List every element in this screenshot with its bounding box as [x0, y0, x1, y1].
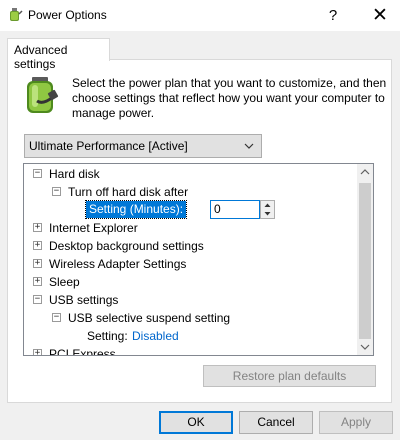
usb-suspend-value-link[interactable]: Disabled [132, 329, 179, 343]
cancel-button[interactable]: Cancel [239, 411, 313, 434]
power-options-icon [10, 8, 23, 21]
chevron-down-icon [244, 143, 254, 149]
tree-item-label: Turn off hard disk after [68, 185, 189, 199]
collapse-icon[interactable]: − [52, 313, 61, 322]
expand-icon[interactable]: + [33, 241, 42, 250]
collapse-icon[interactable]: − [52, 187, 61, 196]
settings-tree[interactable]: − Hard disk − Turn off hard disk after S… [23, 163, 374, 356]
scroll-up-icon[interactable] [357, 164, 373, 180]
tree-item-usb-setting[interactable]: Setting: Disabled [24, 327, 356, 345]
tree-item-label: Wireless Adapter Settings [49, 257, 187, 271]
tree-item-label: Internet Explorer [49, 221, 138, 235]
expand-icon[interactable]: + [33, 277, 42, 286]
window-title: Power Options [28, 8, 107, 22]
spin-down-icon[interactable] [261, 210, 274, 218]
tree-item-desktop-background[interactable]: + Desktop background settings [24, 237, 356, 255]
spin-up-icon[interactable] [261, 201, 274, 209]
tree-item-usb-selective-suspend[interactable]: − USB selective suspend setting [24, 309, 356, 327]
setting-label: Setting: [87, 329, 128, 343]
tab-label: Advanced settings [14, 43, 68, 71]
plan-description: Select the power plan that you want to c… [72, 76, 387, 120]
tree-item-label: Hard disk [49, 167, 100, 181]
tree-item-label: USB settings [49, 293, 119, 307]
tree-item-label: PCI Express [49, 347, 116, 356]
tree-item-sleep[interactable]: + Sleep [24, 273, 356, 291]
collapse-icon[interactable]: − [33, 295, 42, 304]
restore-plan-defaults-button[interactable]: Restore plan defaults [203, 365, 376, 387]
tab-advanced-settings[interactable]: Advanced settings [7, 38, 110, 71]
scroll-down-icon[interactable] [357, 339, 373, 355]
apply-button[interactable]: Apply [319, 411, 393, 434]
scroll-thumb[interactable] [359, 183, 371, 339]
setting-minutes-label[interactable]: Setting (Minutes): [84, 200, 188, 219]
title-bar: Power Options ? ✕ [0, 0, 400, 31]
ok-button[interactable]: OK [159, 411, 233, 434]
help-button[interactable]: ? [316, 0, 350, 31]
expand-icon[interactable]: + [33, 259, 42, 268]
tree-item-label: Desktop background settings [49, 239, 204, 253]
tree-item-usb-settings[interactable]: − USB settings [24, 291, 356, 309]
close-button[interactable]: ✕ [360, 0, 400, 31]
tree-item-label: Sleep [49, 275, 80, 289]
tree-scrollbar[interactable] [357, 164, 373, 355]
tree-item-hard-disk[interactable]: − Hard disk [24, 165, 356, 183]
tree-item-label: USB selective suspend setting [68, 311, 231, 325]
tree-item-wireless-adapter[interactable]: + Wireless Adapter Settings [24, 255, 356, 273]
minutes-spinner[interactable] [260, 200, 275, 219]
minutes-input[interactable]: 0 [210, 200, 260, 219]
tree-item-internet-explorer[interactable]: + Internet Explorer [24, 219, 356, 237]
expand-icon[interactable]: + [33, 349, 42, 355]
collapse-icon[interactable]: − [33, 169, 42, 178]
plan-dropdown-value: Ultimate Performance [Active] [29, 139, 188, 153]
tree-item-pci-express[interactable]: + PCI Express [24, 345, 356, 356]
tree-item-turn-off-hard-disk[interactable]: − Turn off hard disk after [24, 183, 356, 201]
plan-dropdown[interactable]: Ultimate Performance [Active] [24, 134, 262, 158]
battery-plug-icon [27, 77, 59, 113]
expand-icon[interactable]: + [33, 223, 42, 232]
